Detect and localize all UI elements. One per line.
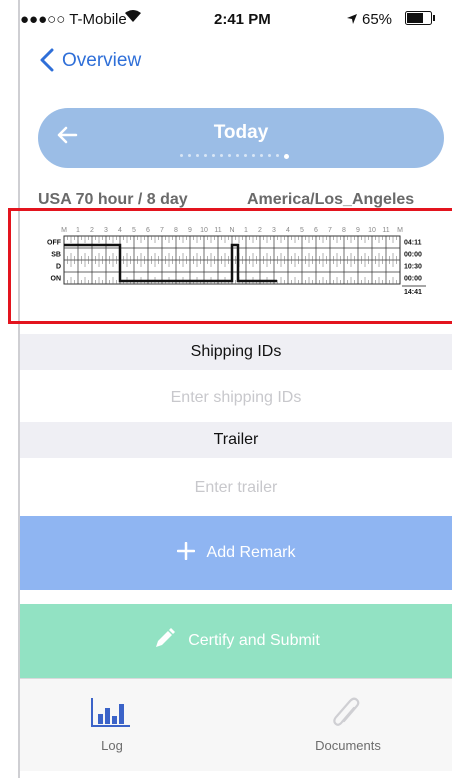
- page-dot[interactable]: [236, 154, 239, 157]
- hour-label: 9: [356, 227, 360, 234]
- hour-label: 11: [382, 227, 389, 234]
- hour-label: 7: [328, 227, 332, 234]
- page-dot[interactable]: [180, 154, 183, 157]
- certify-label: Certify and Submit: [188, 632, 320, 649]
- shipping-ids-header: Shipping IDs: [20, 334, 452, 370]
- page-dot[interactable]: [268, 154, 271, 157]
- add-remark-button[interactable]: Add Remark: [20, 516, 452, 590]
- duty-row-total: 00:00: [404, 276, 422, 283]
- grand-total: 14:41: [404, 289, 422, 296]
- page-dot[interactable]: [260, 154, 263, 157]
- page-dot[interactable]: [252, 154, 255, 157]
- page-dot-active[interactable]: [284, 154, 289, 159]
- duty-row-total: 04:11: [404, 240, 422, 247]
- hour-label: 1: [244, 227, 248, 234]
- paperclip-icon[interactable]: [332, 694, 362, 737]
- hour-label: 11: [214, 227, 221, 234]
- page-dot[interactable]: [188, 154, 191, 157]
- pencil-icon: [152, 627, 176, 656]
- duty-row-total: 00:00: [404, 252, 422, 259]
- add-remark-label: Add Remark: [206, 544, 296, 561]
- hour-label: 10: [368, 227, 376, 234]
- hour-label: 4: [118, 227, 122, 234]
- hour-label: 6: [314, 227, 318, 234]
- hour-label: 2: [90, 227, 94, 234]
- hour-label: 9: [188, 227, 192, 234]
- hour-label: 5: [300, 227, 304, 234]
- tab-documents[interactable]: Documents: [306, 738, 390, 753]
- carrier-label: ●●●○○ T-Mobile: [20, 11, 127, 28]
- hour-label: 2: [258, 227, 262, 234]
- page-dot[interactable]: [276, 154, 279, 157]
- status-time: 2:41 PM: [214, 11, 271, 28]
- tab-bar: [20, 678, 452, 771]
- plus-icon: [176, 541, 195, 565]
- trailer-input[interactable]: Enter trailer: [20, 464, 452, 512]
- hour-label: 4: [286, 227, 290, 234]
- hour-label: 3: [272, 227, 276, 234]
- duty-row-label: SB: [51, 252, 61, 259]
- page-dot[interactable]: [228, 154, 231, 157]
- hour-label: M: [397, 227, 403, 234]
- status-bar: ●●●○○ T-Mobile 2:41 PM 65%: [0, 0, 452, 38]
- back-button[interactable]: Overview: [62, 50, 141, 72]
- duty-row-total: 10:30: [404, 264, 422, 271]
- page-dot[interactable]: [212, 154, 215, 157]
- hour-label: 3: [104, 227, 108, 234]
- location-icon: [346, 12, 358, 29]
- tab-log[interactable]: Log: [90, 738, 134, 753]
- day-title: Today: [213, 122, 269, 143]
- certify-submit-button[interactable]: Certify and Submit: [20, 604, 452, 678]
- shipping-ids-input[interactable]: Enter shipping IDs: [20, 374, 452, 422]
- battery-icon: [405, 11, 437, 29]
- page-dot[interactable]: [244, 154, 247, 157]
- log-chart-icon[interactable]: [90, 696, 132, 735]
- duty-row-label: OFF: [47, 240, 62, 247]
- cycle-rule-label: USA 70 hour / 8 day: [38, 191, 188, 208]
- hour-label: 1: [76, 227, 80, 234]
- hour-label: 6: [146, 227, 150, 234]
- trailer-header: Trailer: [20, 422, 452, 458]
- hour-label: 10: [200, 227, 208, 234]
- wifi-icon: [124, 9, 142, 27]
- page-dots[interactable]: [180, 154, 320, 160]
- hour-label: 7: [160, 227, 164, 234]
- hour-label: 8: [174, 227, 178, 234]
- log-graph[interactable]: M 1 2 3 4 5 6 7 8 9 10 11 N 1 2 3 4 5 6 7 8 9 10 11 M OFF SB D ON 0…: [24, 222, 444, 326]
- page-dot[interactable]: [204, 154, 207, 157]
- back-chevron-icon[interactable]: [40, 48, 54, 77]
- page-dot[interactable]: [196, 154, 199, 157]
- timezone-label: America/Los_Angeles: [247, 191, 415, 208]
- duty-row-label: D: [56, 264, 61, 271]
- hour-label: M: [61, 227, 67, 234]
- hour-label: N: [229, 227, 234, 234]
- duty-row-label: ON: [51, 276, 62, 283]
- hour-label: 5: [132, 227, 136, 234]
- hour-label: 8: [342, 227, 346, 234]
- battery-percent: 65%: [362, 11, 393, 28]
- page-dot[interactable]: [220, 154, 223, 157]
